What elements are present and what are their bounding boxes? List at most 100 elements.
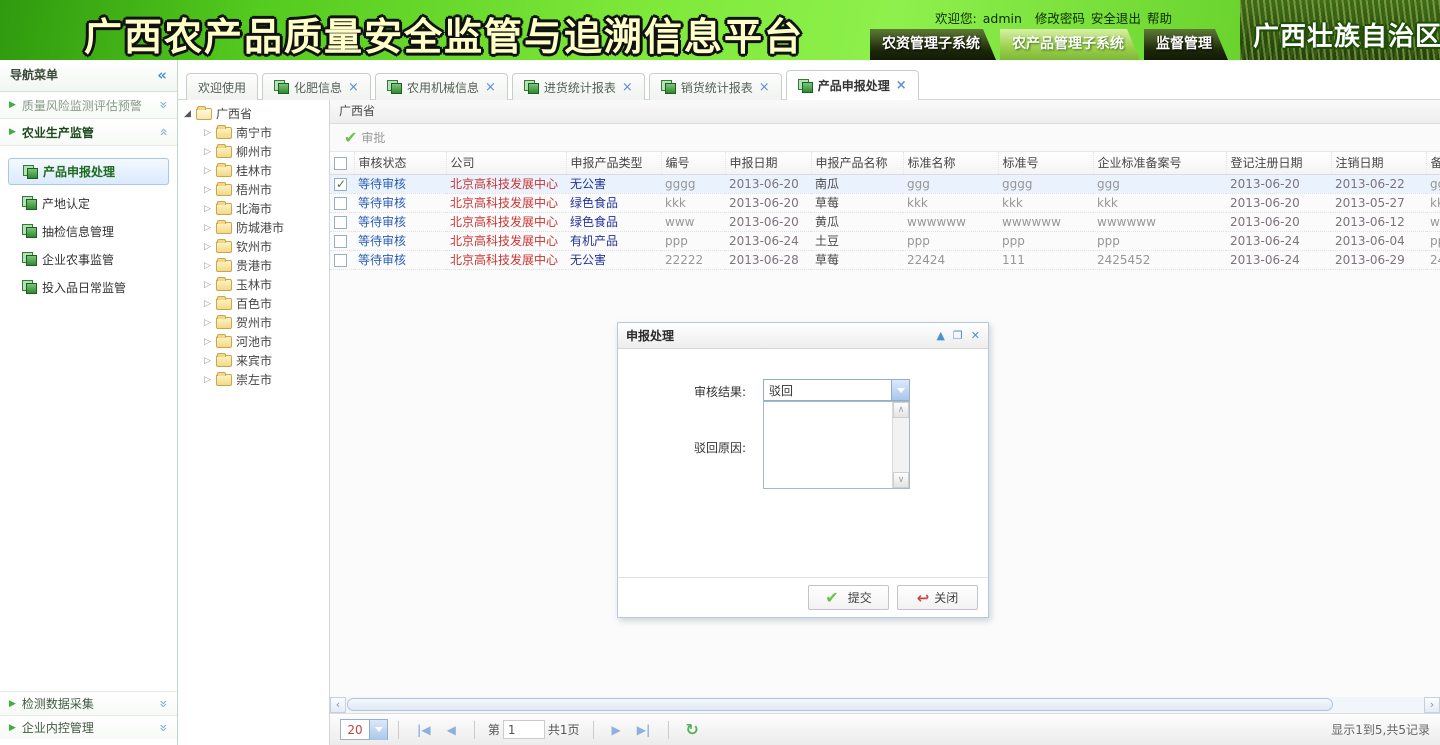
column-header-注销日期[interactable]: 注销日期: [1331, 152, 1426, 174]
tree-collapsed-icon[interactable]: ▷: [204, 280, 216, 290]
tree-node-柳州市[interactable]: ▷柳州市: [184, 142, 329, 161]
prev-page-button[interactable]: ◀: [447, 723, 456, 737]
tree-collapsed-icon[interactable]: ▷: [204, 128, 216, 138]
row-checkbox[interactable]: [334, 197, 347, 210]
tab-农用机械信息[interactable]: 农用机械信息×: [375, 73, 508, 100]
column-header-审核状态[interactable]: 审核状态: [354, 152, 446, 174]
column-header-申报日期[interactable]: 申报日期: [725, 152, 811, 174]
dialog-titlebar[interactable]: 申报处理 ▲ ❐ ✕: [618, 323, 988, 349]
tree-node-贵港市[interactable]: ▷贵港市: [184, 256, 329, 275]
sidebar-collapse-icon[interactable]: «: [157, 60, 167, 91]
sidebar-section-header[interactable]: ▶质量风险监测评估预警«: [0, 92, 177, 119]
subsystem-tab[interactable]: 农产品管理子系统: [1000, 29, 1140, 60]
submit-button[interactable]: ✔ 提交: [808, 585, 889, 610]
select-all-checkbox[interactable]: [334, 157, 347, 170]
tree-collapsed-icon[interactable]: ▷: [204, 147, 216, 157]
tree-node-来宾市[interactable]: ▷来宾市: [184, 351, 329, 370]
tree-node-河池市[interactable]: ▷河池市: [184, 332, 329, 351]
close-button[interactable]: ↩ 关闭: [897, 585, 978, 610]
table-row[interactable]: 等待审核北京高科技发展中心绿色食品kkk2013-06-20草莓kkkkkkkk…: [330, 193, 1440, 212]
table-row[interactable]: 等待审核北京高科技发展中心无公害222222013-06-28草莓2242411…: [330, 250, 1440, 269]
textarea-scrollbar[interactable]: ∧ ∨: [892, 402, 909, 488]
next-page-button[interactable]: ▶: [612, 723, 621, 737]
tree-node-玉林市[interactable]: ▷玉林市: [184, 275, 329, 294]
tree-collapsed-icon[interactable]: ▷: [204, 299, 216, 309]
chevron-down-icon[interactable]: [369, 720, 387, 740]
scroll-right-icon[interactable]: ›: [1424, 697, 1440, 713]
scrollbar-track[interactable]: [346, 697, 1424, 713]
dialog-collapse-icon[interactable]: ▲: [936, 329, 944, 342]
tree-node-防城港市[interactable]: ▷防城港市: [184, 218, 329, 237]
tree-node-桂林市[interactable]: ▷桂林市: [184, 161, 329, 180]
review-result-select[interactable]: 驳回: [763, 379, 910, 401]
tree-node-钦州市[interactable]: ▷钦州市: [184, 237, 329, 256]
tree-node-百色市[interactable]: ▷百色市: [184, 294, 329, 313]
tree-node-崇左市[interactable]: ▷崇左市: [184, 370, 329, 389]
tree-collapsed-icon[interactable]: ▷: [204, 185, 216, 195]
subsystem-tab[interactable]: 监督管理: [1144, 29, 1228, 60]
subsystem-tab[interactable]: 农资管理子系统: [870, 29, 996, 60]
tree-collapsed-icon[interactable]: ▷: [204, 166, 216, 176]
tree-expanded-icon[interactable]: ◢: [184, 109, 196, 119]
sidebar-item-产品申报处理[interactable]: 产品申报处理: [8, 158, 169, 185]
first-page-button[interactable]: |◀: [417, 723, 431, 737]
approve-button[interactable]: ✔ 审批: [338, 126, 391, 149]
page-size-select[interactable]: 20: [340, 719, 388, 740]
last-page-button[interactable]: ▶|: [637, 723, 651, 737]
row-checkbox[interactable]: [334, 178, 347, 191]
sidebar-item-抽检信息管理[interactable]: 抽检信息管理: [0, 217, 177, 245]
close-icon[interactable]: ×: [348, 80, 359, 95]
page-number-input[interactable]: [503, 720, 545, 739]
close-icon[interactable]: ×: [896, 78, 907, 93]
tree-collapsed-icon[interactable]: ▷: [204, 337, 216, 347]
column-header-公司[interactable]: 公司: [446, 152, 566, 174]
scroll-down-icon[interactable]: ∨: [893, 472, 909, 488]
sidebar-section-header[interactable]: ▶农业生产监管«: [0, 119, 177, 146]
dialog-close-icon[interactable]: ✕: [971, 329, 980, 342]
tab-化肥信息[interactable]: 化肥信息×: [262, 73, 371, 100]
tab-进货统计报表[interactable]: 进货统计报表×: [512, 73, 645, 100]
horizontal-scrollbar[interactable]: ‹ ›: [330, 697, 1440, 713]
row-checkbox[interactable]: [334, 216, 347, 229]
tab-销货统计报表[interactable]: 销货统计报表×: [649, 73, 782, 100]
welcome-link-修改密码[interactable]: 修改密码: [1035, 11, 1085, 26]
table-row[interactable]: 等待审核北京高科技发展中心绿色食品www2013-06-20黄瓜wwwwwwww…: [330, 212, 1440, 231]
column-header-企业标准备案号[interactable]: 企业标准备案号: [1093, 152, 1226, 174]
tree-collapsed-icon[interactable]: ▷: [204, 356, 216, 366]
tree-node-贺州市[interactable]: ▷贺州市: [184, 313, 329, 332]
chevron-up-icon[interactable]: «: [159, 128, 169, 137]
chevron-down-icon[interactable]: [891, 380, 909, 400]
row-checkbox[interactable]: [334, 254, 347, 267]
sidebar-section-header[interactable]: ▶企业内控管理«: [0, 715, 177, 739]
scroll-left-icon[interactable]: ‹: [330, 697, 346, 713]
welcome-link-安全退出[interactable]: 安全退出: [1091, 11, 1141, 26]
chevron-down-icon[interactable]: «: [159, 101, 169, 110]
column-header-备注[interactable]: 备注: [1426, 152, 1440, 174]
table-row[interactable]: 等待审核北京高科技发展中心无公害gggg2013-06-20南瓜gggggggg…: [330, 174, 1440, 193]
sidebar-item-企业农事监管[interactable]: 企业农事监管: [0, 245, 177, 273]
tree-node-北海市[interactable]: ▷北海市: [184, 199, 329, 218]
sidebar-section-header[interactable]: ▶检测数据采集«: [0, 691, 177, 715]
tree-collapsed-icon[interactable]: ▷: [204, 242, 216, 252]
column-header-编号[interactable]: 编号: [661, 152, 725, 174]
table-row[interactable]: 等待审核北京高科技发展中心有机产品ppp2013-06-24土豆pppppppp…: [330, 231, 1440, 250]
reject-reason-input[interactable]: [764, 402, 892, 488]
close-icon[interactable]: ×: [622, 80, 633, 95]
tree-node-root[interactable]: ◢广西省: [184, 104, 329, 123]
column-header-申报产品名称[interactable]: 申报产品名称: [811, 152, 903, 174]
tree-collapsed-icon[interactable]: ▷: [204, 261, 216, 271]
tab-欢迎使用[interactable]: 欢迎使用: [186, 73, 258, 100]
tree-collapsed-icon[interactable]: ▷: [204, 204, 216, 214]
chevron-down-icon[interactable]: «: [159, 723, 169, 732]
column-header-标准名称[interactable]: 标准名称: [903, 152, 998, 174]
column-header-登记注册日期[interactable]: 登记注册日期: [1226, 152, 1331, 174]
sidebar-item-产地认定[interactable]: 产地认定: [0, 189, 177, 217]
tree-node-梧州市[interactable]: ▷梧州市: [184, 180, 329, 199]
tree-collapsed-icon[interactable]: ▷: [204, 375, 216, 385]
welcome-link-帮助[interactable]: 帮助: [1147, 11, 1172, 26]
tree-node-南宁市[interactable]: ▷南宁市: [184, 123, 329, 142]
refresh-icon[interactable]: ↻: [685, 720, 698, 739]
sidebar-item-投入品日常监管[interactable]: 投入品日常监管: [0, 273, 177, 301]
row-checkbox[interactable]: [334, 235, 347, 248]
tab-产品申报处理[interactable]: 产品申报处理×: [786, 70, 919, 100]
